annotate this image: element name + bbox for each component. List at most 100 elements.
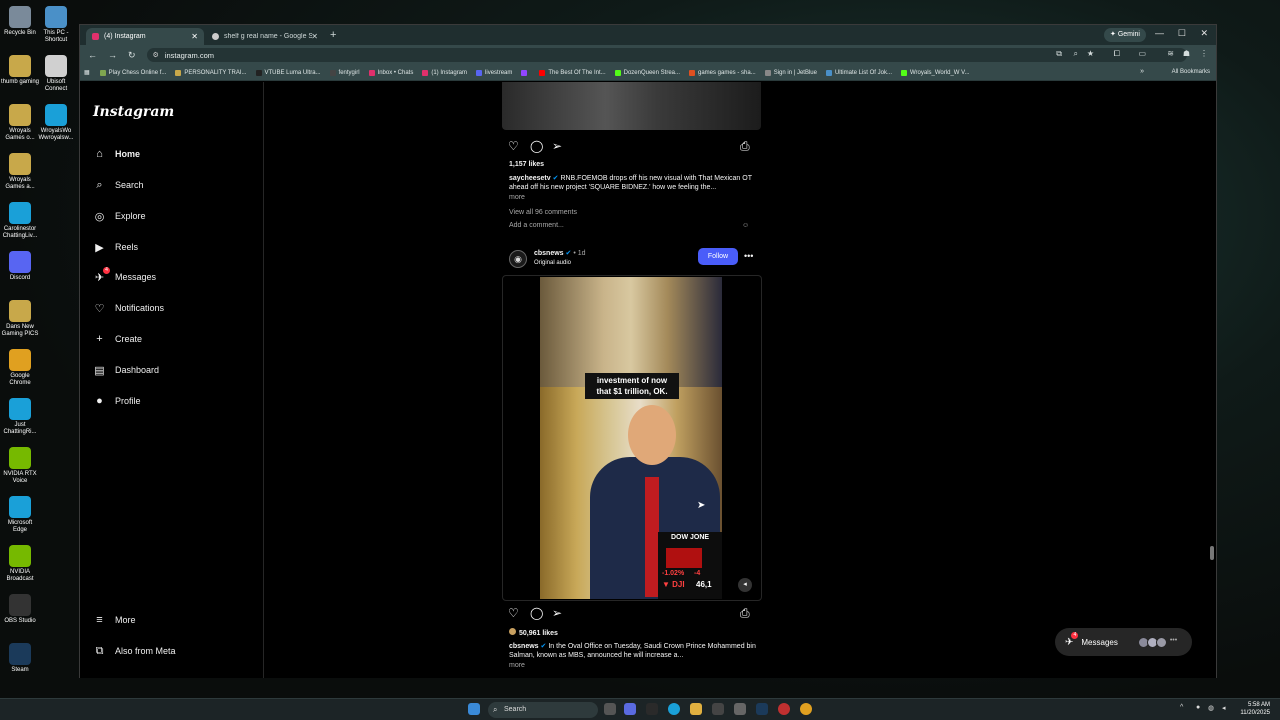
back-button[interactable]: ← [88,50,97,60]
nav-notifications[interactable]: ♡ Notifications [93,298,164,318]
obs-icon[interactable] [778,703,790,715]
post-video[interactable]: investment of now that $1 trillion, OK. … [540,277,722,599]
minimize-button[interactable]: — [1155,28,1164,38]
desktop-icon[interactable]: Carolinestor ChattingLiv... [0,202,40,240]
steam-icon[interactable] [756,703,768,715]
nav-messages[interactable]: ✈ 4 Messages [93,266,156,287]
more-link[interactable]: more [509,661,757,670]
maximize-button[interactable]: ☐ [1178,28,1186,39]
like-icon[interactable]: ♡ [508,606,519,620]
nav-reels[interactable]: ▶ Reels [93,237,138,257]
close-window-button[interactable]: ✕ [1200,28,1208,39]
bookmark-star-icon[interactable]: ★ [1087,49,1094,58]
volume-icon[interactable]: ◂ [1222,704,1226,712]
desktop-icon[interactable]: thumb gaming [0,55,40,86]
comment-icon[interactable]: ◯ [530,139,543,153]
all-bookmarks-button[interactable]: All Bookmarks [1172,69,1210,75]
close-tab-icon[interactable]: ✕ [191,32,198,41]
nav-more[interactable]: ≡ More [93,610,135,630]
likes-text[interactable]: 50,961 likes [519,630,558,637]
instagram-logo[interactable]: Instagram [93,104,174,120]
desktop-icon[interactable]: Wroyals Games o... [0,104,40,142]
bookmark-item[interactable]: games games - sha... [689,69,756,76]
desktop-icon[interactable]: Discord [0,251,40,282]
close-tab-icon[interactable]: ✕ [311,32,318,41]
bookmark-item[interactable]: PERSONALITY TRAI... [175,69,247,76]
nav-profile[interactable]: ● Profile [93,391,140,411]
tab-google-search[interactable]: shelf g real name - Google Sea... ✕ [206,28,324,45]
new-tab-button[interactable]: + [330,29,336,41]
bookmark-item[interactable]: VTUBE Luma Ultra... [255,69,321,76]
desktop-icon[interactable]: NVIDIA RTX Voice [0,447,40,485]
desktop-icon[interactable]: Recycle Bin [0,6,40,37]
address-bar[interactable]: ⚙ instagram.com [146,48,1187,62]
bookmark-item[interactable]: Play Chess Online f... [99,69,166,76]
desktop-icon[interactable]: WroyalsWo Wwroyalsw... [36,104,76,142]
taskbar-search[interactable]: ⌕ Search [488,702,598,718]
desktop-icon[interactable]: NVIDIA Broadcast [0,545,40,583]
bookmark-item[interactable]: livestream [476,69,512,76]
save-icon[interactable]: ⎙ [740,606,750,621]
network-icon[interactable]: ◍ [1208,704,1214,712]
liker-avatar[interactable] [509,628,516,635]
desktop-icon[interactable]: Ubisoft Connect [36,55,76,93]
messages-pill[interactable]: ✈ 4 Messages ••• [1055,628,1192,656]
like-icon[interactable]: ♡ [508,139,519,153]
bookmark-item[interactable]: Wroyals_World_W V... [900,69,970,76]
emoji-icon[interactable]: ☺ [742,221,752,230]
desktop-icon[interactable]: Dans New Gaming PICS [0,300,40,338]
add-comment-input[interactable]: Add a comment... [509,221,757,230]
post-username[interactable]: cbsnews [509,643,539,650]
apps-icon[interactable]: ▦ [84,69,90,76]
bookmark-item[interactable]: fentygirl [329,69,360,76]
edge-icon[interactable] [668,703,680,715]
nav-create[interactable]: + Create [93,329,142,349]
view-comments-link[interactable]: View all 96 comments [509,208,757,217]
extensions-icon[interactable]: ⧠ [1114,49,1120,59]
mic-icon[interactable]: ● [1196,704,1200,711]
sidepanel-icon[interactable]: ▭ [1138,49,1146,58]
start-button[interactable] [468,703,480,715]
task-view-icon[interactable] [604,703,616,715]
desktop-icon[interactable]: Microsoft Edge [0,496,40,534]
more-link[interactable]: more [509,193,757,202]
site-info-icon[interactable]: ⚙ [153,51,159,59]
tab-instagram[interactable]: (4) Instagram ✕ [86,28,204,45]
scrollbar[interactable] [1209,82,1214,678]
media-icon[interactable]: ≋ [1167,49,1174,58]
bookmark-item[interactable] [521,69,530,76]
nav-dashboard[interactable]: ▤ Dashboard [93,360,159,380]
bookmarks-overflow-icon[interactable]: » [1140,68,1144,75]
bookmark-item[interactable]: Sign in | JetBlue [764,69,817,76]
headset-icon[interactable] [646,703,658,715]
desktop-icon[interactable]: OBS Studio [0,594,40,625]
nav-search[interactable]: ⌕ Search [93,175,143,195]
likes-count[interactable]: 1,157 likes [509,160,757,169]
copilot-icon[interactable] [624,703,636,715]
follow-button[interactable]: Follow [698,248,738,265]
nav-home[interactable]: ⌂ Home [93,144,140,164]
post-image[interactable] [502,82,761,130]
chrome-icon[interactable] [800,703,812,715]
share-icon[interactable]: ➢ [552,139,562,153]
comment-icon[interactable]: ◯ [530,606,543,620]
clock[interactable]: 5:58 AM 11/20/2025 [1240,701,1270,717]
more-options-icon[interactable]: ••• [744,251,753,261]
gemini-button[interactable]: ✦ Gemini [1104,28,1146,42]
post-username[interactable]: saycheesetv [509,175,551,182]
profile-icon[interactable]: ☗ [1183,49,1190,58]
desktop-icon[interactable]: Google Chrome [0,349,40,387]
avatar[interactable]: ◉ [509,250,527,268]
mute-icon[interactable]: ◂ [738,578,752,592]
bookmark-item[interactable]: Inbox • Chats [368,69,413,76]
zoom-icon[interactable]: ⌕ [1074,49,1078,59]
username-text[interactable]: cbsnews [534,250,564,257]
desktop-icon[interactable]: Wroyals Games a... [0,153,40,191]
scrollbar-thumb[interactable] [1210,546,1214,560]
bookmark-item[interactable]: DozenQueen Strea... [614,69,680,76]
reload-button[interactable]: ↻ [128,50,136,61]
bookmark-item[interactable]: The Best Of The Int... [539,69,606,76]
chrome-menu-icon[interactable]: ⋮ [1200,49,1208,58]
file-explorer-icon[interactable] [690,703,702,715]
desktop-icon[interactable]: This PC - Shortcut [36,6,76,44]
